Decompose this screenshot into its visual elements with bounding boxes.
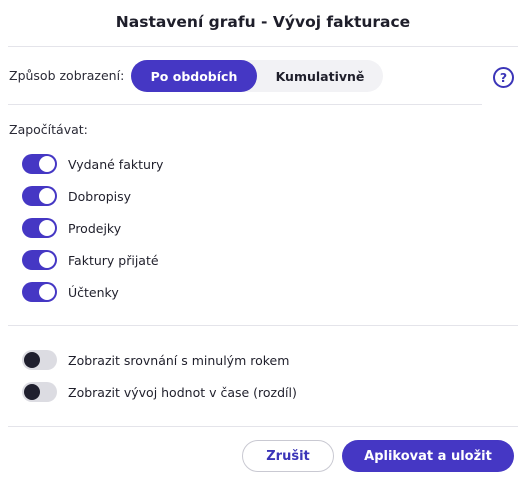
toggle-switch[interactable] bbox=[22, 250, 57, 270]
divider bbox=[8, 325, 518, 326]
chart-settings-dialog: Nastavení grafu - Vývoj fakturace Způsob… bbox=[0, 0, 526, 486]
toggle-row-compare-last-year: Zobrazit srovnání s minulým rokem bbox=[22, 350, 289, 370]
include-section-label: Započítávat: bbox=[9, 122, 88, 137]
divider bbox=[8, 104, 482, 105]
toggle-row-sales-receipts: Prodejky bbox=[22, 218, 121, 238]
toggle-label: Zobrazit srovnání s minulým rokem bbox=[68, 352, 290, 368]
toggle-row-show-difference: Zobrazit vývoj hodnot v čase (rozdíl) bbox=[22, 382, 297, 402]
display-mode-segmented-control: Po obdobích Kumulativně bbox=[131, 60, 383, 92]
toggle-label: Dobropisy bbox=[68, 188, 132, 204]
toggle-row-issued-invoices: Vydané faktury bbox=[22, 154, 163, 174]
toggle-knob bbox=[39, 252, 55, 268]
toggle-knob bbox=[39, 188, 55, 204]
toggle-switch[interactable] bbox=[22, 218, 57, 238]
toggle-switch[interactable] bbox=[22, 282, 57, 302]
toggle-switch[interactable] bbox=[22, 350, 57, 370]
toggle-switch[interactable] bbox=[22, 382, 57, 402]
toggle-knob bbox=[39, 220, 55, 236]
toggle-label: Vydané faktury bbox=[68, 156, 164, 172]
toggle-label: Prodejky bbox=[68, 220, 122, 236]
display-mode-label: Způsob zobrazení: bbox=[9, 68, 125, 83]
toggle-switch[interactable] bbox=[22, 186, 57, 206]
toggle-label: Účtenky bbox=[68, 284, 119, 300]
toggle-knob bbox=[39, 284, 55, 300]
toggle-row-credit-notes: Dobropisy bbox=[22, 186, 131, 206]
toggle-knob bbox=[39, 156, 55, 172]
mode-option-by-period[interactable]: Po obdobích bbox=[131, 60, 257, 92]
toggle-switch[interactable] bbox=[22, 154, 57, 174]
toggle-label: Faktury přijaté bbox=[68, 252, 159, 268]
dialog-title: Nastavení grafu - Vývoj fakturace bbox=[115, 13, 411, 31]
apply-and-save-button[interactable]: Aplikovat a uložit bbox=[342, 440, 514, 472]
cancel-button[interactable]: Zrušit bbox=[242, 440, 334, 472]
toggle-row-receipts: Účtenky bbox=[22, 282, 119, 302]
divider bbox=[8, 426, 518, 427]
toggle-knob bbox=[24, 384, 40, 400]
toggle-row-received-invoices: Faktury přijaté bbox=[22, 250, 159, 270]
mode-option-cumulative[interactable]: Kumulativně bbox=[257, 60, 383, 92]
toggle-knob bbox=[24, 352, 40, 368]
help-icon[interactable]: ? bbox=[493, 67, 514, 88]
toggle-label: Zobrazit vývoj hodnot v čase (rozdíl) bbox=[68, 384, 297, 400]
divider bbox=[8, 46, 518, 47]
